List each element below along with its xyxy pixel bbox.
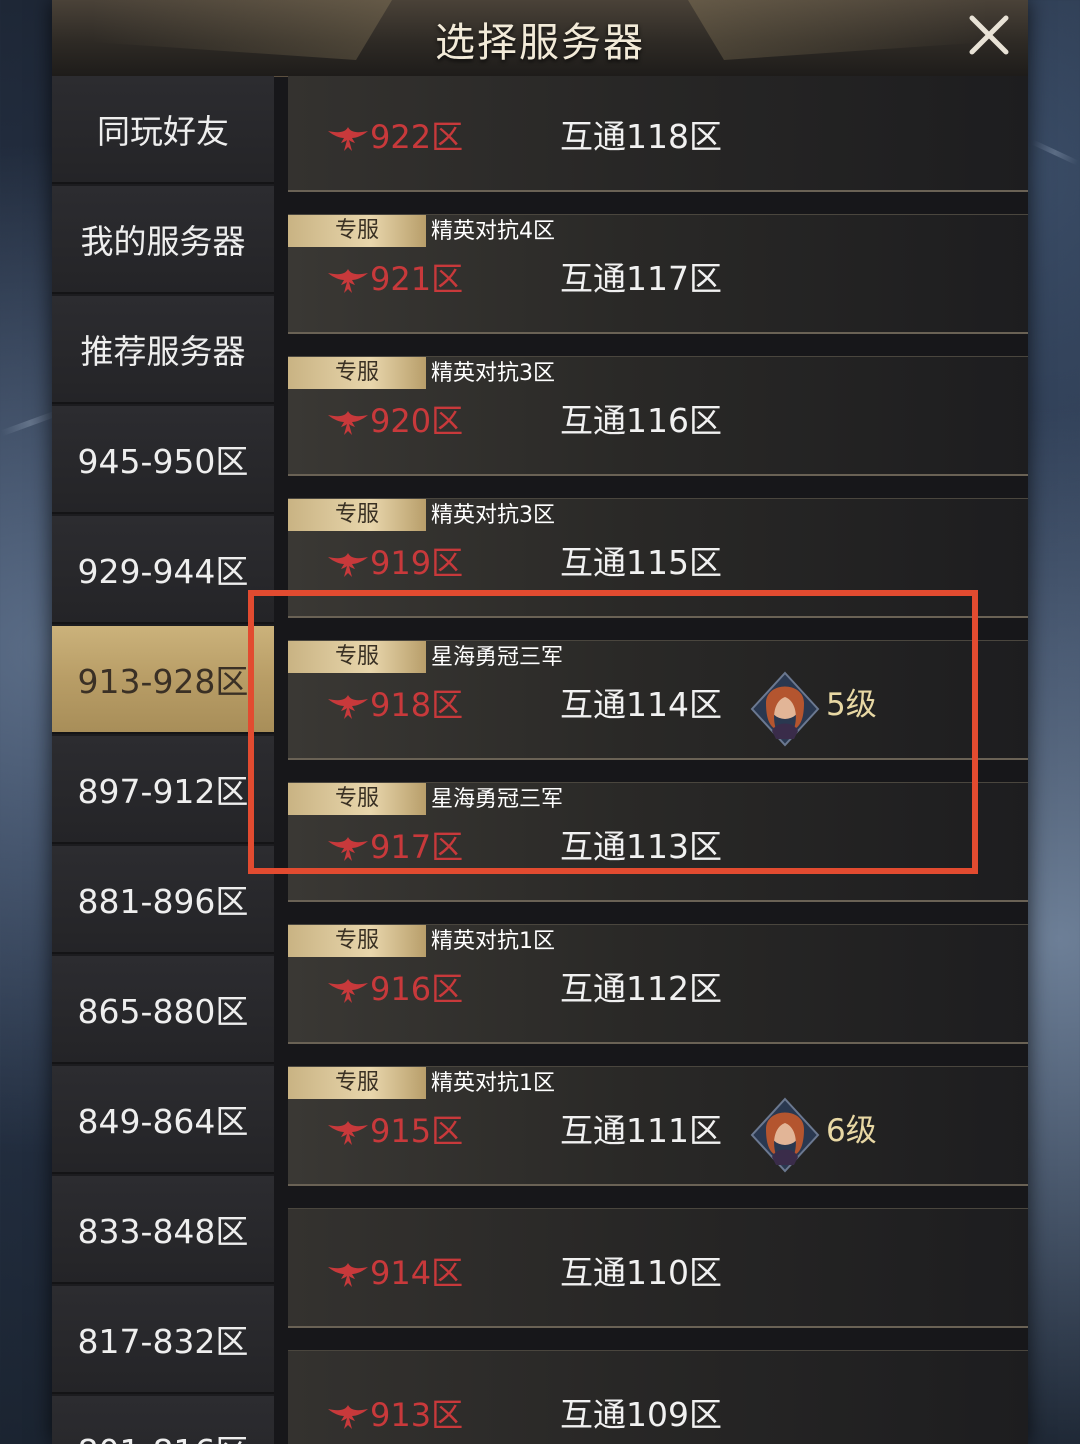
interconnect-zone: 互通110区 [560,1253,722,1292]
interconnect-zone: 互通113区 [560,827,722,866]
interconnect-zone: 互通112区 [560,969,722,1008]
exclusive-server-tag: 专服 [288,357,426,389]
sidebar-item[interactable]: 833-848区 [52,1176,274,1284]
server-event-label: 星海勇冠三军 [431,645,564,670]
server-number: 919区 [370,544,464,582]
eagle-emblem-icon [326,1401,370,1433]
sidebar-item[interactable]: 我的服务器 [52,186,274,294]
exclusive-server-tag: 专服 [288,499,426,531]
server-row[interactable]: 专服 精英对抗1区 916区 互通112区 [288,924,1028,1044]
server-row[interactable]: 913区 互通109区 [288,1350,1028,1444]
sidebar-item[interactable]: 849-864区 [52,1066,274,1174]
interconnect-zone: 互通111区 [560,1111,722,1150]
sidebar-item[interactable]: 897-912区 [52,736,274,844]
server-event-label: 精英对抗3区 [431,361,555,386]
server-row[interactable]: 专服 精英对抗3区 919区 互通115区 [288,498,1028,618]
interconnect-zone: 互通117区 [560,259,722,298]
eagle-emblem-icon [326,407,370,439]
server-number: 915区 [370,1112,464,1150]
server-event-label: 精英对抗1区 [431,929,555,954]
sidebar-item[interactable]: 推荐服务器 [52,296,274,404]
sidebar-item[interactable]: 881-896区 [52,846,274,954]
exclusive-server-tag: 专服 [288,1067,426,1099]
server-number: 917区 [370,828,464,866]
character-level: 6级 [826,1113,877,1149]
eagle-emblem-icon [326,833,370,865]
eagle-emblem-icon [326,1259,370,1291]
character-avatar-icon [750,671,820,747]
eagle-emblem-icon [326,1117,370,1149]
server-number: 922区 [370,118,464,156]
server-row[interactable]: 专服 精英对抗3区 920区 互通116区 [288,356,1028,476]
server-event-label: 精英对抗3区 [431,503,555,528]
eagle-emblem-icon [326,691,370,723]
exclusive-server-tag: 专服 [288,641,426,673]
page-title: 选择服务器 [435,20,645,66]
sidebar-item[interactable]: 945-950区 [52,406,274,514]
interconnect-zone: 互通116区 [560,401,722,440]
server-group-sidebar: 同玩好友 我的服务器 推荐服务器 945-950区 929-944区 913-928区 89… [52,76,274,1444]
exclusive-server-tag: 专服 [288,215,426,247]
server-row[interactable]: 专服 精英对抗4区 921区 互通117区 [288,214,1028,334]
interconnect-zone: 互通118区 [560,117,722,156]
eagle-emblem-icon [326,265,370,297]
exclusive-server-tag: 专服 [288,925,426,957]
server-row[interactable]: 922区 互通118区 [288,76,1028,192]
server-number: 921区 [370,260,464,298]
server-event-label: 精英对抗4区 [431,219,555,244]
character-avatar-icon [750,1097,820,1173]
sidebar-item[interactable]: 913-928区 [52,626,274,734]
server-number: 918区 [370,686,464,724]
eagle-emblem-icon [326,123,370,155]
sidebar-item[interactable]: 929-944区 [52,516,274,624]
sidebar-item[interactable]: 817-832区 [52,1286,274,1394]
server-row[interactable]: 专服 精英对抗1区 915区 互通111区 6级 [288,1066,1028,1186]
interconnect-zone: 互通114区 [560,685,722,724]
character-level: 5级 [826,687,877,723]
close-button[interactable] [964,10,1014,60]
interconnect-zone: 互通109区 [560,1395,722,1434]
server-event-label: 精英对抗1区 [431,1071,555,1096]
server-row[interactable]: 914区 互通110区 [288,1208,1028,1328]
interconnect-zone: 互通115区 [560,543,722,582]
server-list: 922区 互通118区 专服 精英对抗4区 921区 互通117区 专服 精英对抗3区 920区… [288,76,1028,1444]
server-number: 914区 [370,1254,464,1292]
server-row[interactable]: 专服 星海勇冠三军 917区 互通113区 [288,782,1028,902]
eagle-emblem-icon [326,975,370,1007]
sidebar-item[interactable]: 801-816区 [52,1396,274,1444]
server-number: 920区 [370,402,464,440]
server-event-label: 星海勇冠三军 [431,787,564,812]
eagle-emblem-icon [326,549,370,581]
server-row[interactable]: 专服 星海勇冠三军 918区 互通114区 5级 [288,640,1028,760]
exclusive-server-tag: 专服 [288,783,426,815]
server-select-panel: 选择服务器 同玩好友 我的服务器 推荐服务器 945-950区 929-944区 913-… [52,0,1028,1444]
sidebar-item[interactable]: 同玩好友 [52,76,274,184]
panel-header: 选择服务器 [52,0,1028,77]
close-icon [969,15,1009,55]
server-number: 913区 [370,1396,464,1434]
sidebar-item[interactable]: 865-880区 [52,956,274,1064]
server-number: 916区 [370,970,464,1008]
